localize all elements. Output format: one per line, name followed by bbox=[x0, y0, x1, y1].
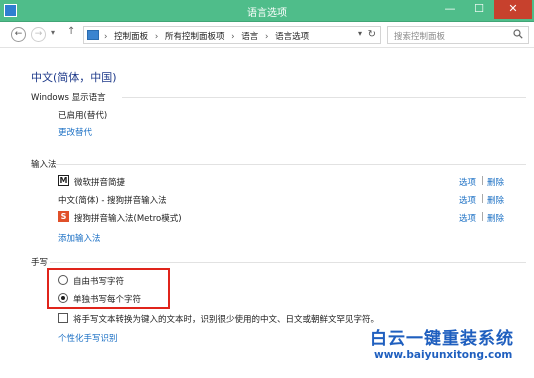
input-method-name: 搜狗拼音输入法(Metro模式) bbox=[74, 214, 182, 224]
breadcrumb-separator: › bbox=[104, 32, 108, 42]
search-placeholder: 搜索控制面板 bbox=[394, 32, 446, 42]
input-method-options-link[interactable]: 选项 bbox=[459, 194, 476, 206]
display-language-status: 已启用(替代) bbox=[58, 111, 108, 121]
close-button[interactable]: ✕ bbox=[494, 0, 532, 19]
input-method-delete-link[interactable]: 删除 bbox=[487, 194, 504, 206]
forward-button[interactable]: → bbox=[31, 27, 46, 42]
input-method-header: 输入法 bbox=[31, 160, 57, 170]
single-character-radio[interactable] bbox=[58, 293, 68, 303]
personalize-handwriting-link[interactable]: 个性化手写识别 bbox=[58, 332, 118, 344]
input-method-delete-link[interactable]: 删除 bbox=[487, 176, 504, 188]
address-dropdown-button[interactable]: ▾ bbox=[358, 29, 362, 38]
input-method-name: 微软拼音简捷 bbox=[74, 178, 126, 188]
rare-characters-checkbox[interactable] bbox=[58, 313, 68, 323]
back-button[interactable]: ← bbox=[11, 27, 26, 42]
title-bar: 语言选项 — ☐ ✕ bbox=[0, 0, 534, 22]
add-input-method-link[interactable]: 添加输入法 bbox=[58, 232, 101, 244]
freehand-label[interactable]: 自由书写字符 bbox=[73, 275, 124, 287]
input-method-options-link[interactable]: 选项 bbox=[459, 212, 476, 224]
main-content: 中文(简体，中国) Windows 显示语言 已启用(替代) 更改替代 输入法 … bbox=[0, 48, 534, 378]
breadcrumb-separator: › bbox=[264, 32, 269, 42]
navigation-bar: ← → ▾ ↑ › 控制面板 › 所有控制面板项 › 语言 › 语言选项 ▾ ↻… bbox=[0, 22, 534, 48]
search-input[interactable]: 搜索控制面板 bbox=[387, 26, 529, 44]
breadcrumb-separator: › bbox=[154, 32, 159, 42]
divider bbox=[50, 262, 526, 263]
breadcrumb-item-language-options[interactable]: 语言选项 bbox=[275, 32, 309, 42]
up-button[interactable]: ↑ bbox=[67, 26, 75, 37]
sogou-icon: S bbox=[58, 211, 69, 222]
control-panel-icon bbox=[87, 30, 99, 40]
input-method-options-link[interactable]: 选项 bbox=[459, 176, 476, 188]
watermark-title: 白云一键重装系统 bbox=[370, 329, 514, 349]
maximize-button[interactable]: ☐ bbox=[466, 0, 492, 20]
address-bar[interactable]: › 控制面板 › 所有控制面板项 › 语言 › 语言选项 ▾ ↻ bbox=[83, 26, 381, 44]
link-separator: | bbox=[481, 176, 484, 186]
link-separator: | bbox=[481, 194, 484, 204]
rare-characters-label[interactable]: 将手写文本转换为键入的文本时，识别很少使用的中文、日文或朝鲜文罕见字符。 bbox=[73, 313, 379, 325]
refresh-button[interactable]: ↻ bbox=[368, 29, 376, 40]
breadcrumb: › 控制面板 › 所有控制面板项 › 语言 › 语言选项 bbox=[104, 30, 313, 42]
recent-locations-button[interactable]: ▾ bbox=[51, 28, 55, 37]
display-language-header: Windows 显示语言 bbox=[31, 93, 106, 103]
input-method-name: 中文(简体) - 搜狗拼音输入法 bbox=[58, 196, 167, 206]
language-title: 中文(简体，中国) bbox=[31, 71, 117, 84]
single-character-label[interactable]: 单独书写每个字符 bbox=[73, 293, 141, 305]
minimize-button[interactable]: — bbox=[437, 0, 463, 20]
link-separator: | bbox=[481, 212, 484, 222]
breadcrumb-item-all-items[interactable]: 所有控制面板项 bbox=[165, 32, 225, 42]
handwriting-header: 手写 bbox=[31, 258, 49, 268]
breadcrumb-separator: › bbox=[231, 32, 235, 42]
change-override-link[interactable]: 更改替代 bbox=[58, 126, 92, 138]
freehand-radio[interactable] bbox=[58, 275, 68, 285]
search-icon[interactable] bbox=[513, 29, 523, 39]
watermark-url: www.baiyunxitong.com bbox=[374, 349, 513, 361]
divider bbox=[56, 164, 526, 165]
breadcrumb-item-language[interactable]: 语言 bbox=[241, 32, 258, 42]
breadcrumb-item-control-panel[interactable]: 控制面板 bbox=[114, 32, 148, 42]
microsoft-pinyin-icon: M bbox=[58, 175, 69, 186]
input-method-delete-link[interactable]: 删除 bbox=[487, 212, 504, 224]
divider bbox=[122, 97, 526, 98]
